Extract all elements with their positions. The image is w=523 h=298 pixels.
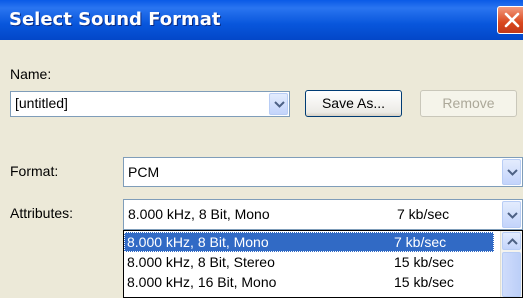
window-title: Select Sound Format: [9, 9, 221, 30]
save-as-button[interactable]: Save As...: [305, 90, 402, 117]
attributes-rate: 7 kb/sec: [397, 206, 450, 222]
name-label: Name:: [10, 66, 52, 82]
attributes-dropdown-button[interactable]: [502, 201, 521, 228]
remove-button[interactable]: Remove: [420, 90, 517, 117]
format-label: Format:: [10, 163, 59, 179]
name-combobox[interactable]: [untitled]: [10, 91, 290, 117]
list-item-rate: 15 kb/sec: [394, 274, 454, 290]
scroll-up-button[interactable]: [502, 232, 521, 250]
list-item[interactable]: 8.000 kHz, 16 Bit, Mono 15 kb/sec: [124, 272, 494, 292]
list-item[interactable]: 8.000 kHz, 8 Bit, Mono 7 kb/sec: [124, 232, 494, 252]
format-combobox[interactable]: PCM: [123, 157, 523, 187]
chevron-up-icon: [507, 238, 518, 245]
format-value: PCM: [128, 164, 160, 180]
chevron-down-icon: [507, 211, 518, 219]
attributes-combobox[interactable]: 8.000 kHz, 8 Bit, Mono 7 kb/sec: [123, 199, 523, 230]
title-bar[interactable]: Select Sound Format: [0, 0, 523, 40]
list-item-value: 8.000 kHz, 8 Bit, Stereo: [127, 254, 275, 270]
name-dropdown-button[interactable]: [269, 93, 288, 115]
scroll-thumb[interactable]: [502, 252, 521, 297]
attributes-value: 8.000 kHz, 8 Bit, Mono: [128, 206, 270, 222]
attributes-label: Attributes:: [10, 205, 74, 221]
list-item-value: 8.000 kHz, 16 Bit, Mono: [127, 274, 277, 290]
close-button[interactable]: [497, 6, 523, 34]
list-scrollbar[interactable]: [500, 231, 522, 297]
chevron-down-icon: [507, 169, 518, 176]
list-item-value: 8.000 kHz, 8 Bit, Mono: [127, 234, 269, 250]
format-dropdown-button[interactable]: [502, 159, 521, 185]
list-item-rate: 15 kb/sec: [394, 254, 454, 270]
name-value: [untitled]: [15, 95, 68, 111]
list-item[interactable]: 8.000 kHz, 8 Bit, Stereo 15 kb/sec: [124, 252, 494, 272]
attributes-dropdown-list[interactable]: 8.000 kHz, 8 Bit, Mono 7 kb/sec 8.000 kH…: [123, 230, 523, 298]
close-icon: [504, 12, 520, 28]
list-item-rate: 7 kb/sec: [394, 234, 447, 250]
chevron-down-icon: [274, 101, 285, 108]
